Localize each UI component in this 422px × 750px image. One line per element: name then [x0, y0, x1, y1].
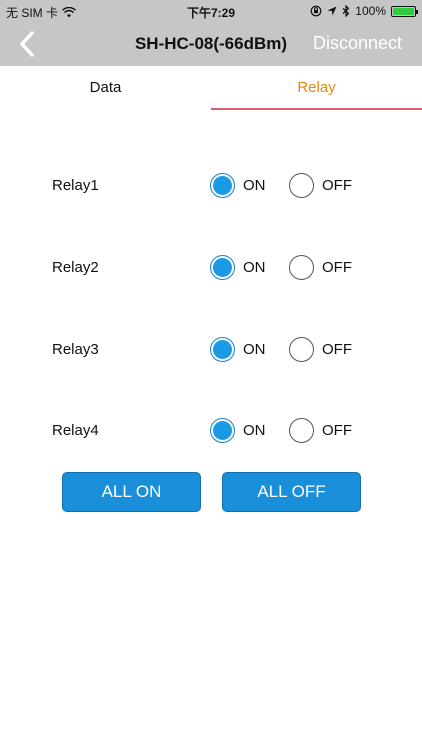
- status-bar: 无 SIM 卡 下午7:29 100%: [0, 0, 422, 22]
- relay3-on-radio[interactable]: ON: [210, 337, 266, 362]
- relay-row-4: Relay4 ON OFF: [0, 411, 422, 451]
- relay-label: Relay3: [52, 341, 99, 358]
- relay-label: Relay1: [52, 177, 99, 194]
- tab-relay[interactable]: Relay: [211, 66, 422, 110]
- radio-unchecked-icon: [289, 255, 314, 280]
- relay2-off-radio[interactable]: OFF: [289, 255, 352, 280]
- relay-row-1: Relay1 ON OFF: [0, 166, 422, 206]
- tab-bar: Data Relay: [0, 66, 422, 110]
- all-on-button[interactable]: ALL ON: [62, 472, 201, 512]
- radio-checked-icon: [210, 173, 235, 198]
- radio-label: ON: [243, 177, 266, 194]
- relay-row-2: Relay2 ON OFF: [0, 248, 422, 288]
- relay4-off-radio[interactable]: OFF: [289, 418, 352, 443]
- radio-label: OFF: [322, 341, 352, 358]
- status-right: 100%: [310, 4, 418, 18]
- relay3-off-radio[interactable]: OFF: [289, 337, 352, 362]
- all-off-button[interactable]: ALL OFF: [222, 472, 361, 512]
- radio-label: OFF: [322, 177, 352, 194]
- tab-data[interactable]: Data: [0, 66, 211, 110]
- relay-label: Relay2: [52, 259, 99, 276]
- disconnect-button[interactable]: Disconnect: [313, 33, 402, 54]
- orientation-lock-icon: [310, 5, 322, 17]
- bluetooth-icon: [342, 5, 350, 17]
- active-tab-indicator: [211, 108, 422, 110]
- relay1-off-radio[interactable]: OFF: [289, 173, 352, 198]
- radio-label: ON: [243, 341, 266, 358]
- battery-icon: [391, 5, 418, 17]
- radio-unchecked-icon: [289, 337, 314, 362]
- radio-label: ON: [243, 422, 266, 439]
- radio-label: ON: [243, 259, 266, 276]
- relay1-on-radio[interactable]: ON: [210, 173, 266, 198]
- relay4-on-radio[interactable]: ON: [210, 418, 266, 443]
- radio-checked-icon: [210, 255, 235, 280]
- relay-label: Relay4: [52, 422, 99, 439]
- radio-unchecked-icon: [289, 173, 314, 198]
- radio-checked-icon: [210, 337, 235, 362]
- radio-label: OFF: [322, 422, 352, 439]
- battery-percent: 100%: [355, 4, 386, 18]
- relay-row-3: Relay3 ON OFF: [0, 330, 422, 370]
- radio-checked-icon: [210, 418, 235, 443]
- location-arrow-icon: [327, 6, 337, 16]
- radio-label: OFF: [322, 259, 352, 276]
- relay2-on-radio[interactable]: ON: [210, 255, 266, 280]
- radio-unchecked-icon: [289, 418, 314, 443]
- nav-bar: SH-HC-08(-66dBm) Disconnect: [0, 22, 422, 66]
